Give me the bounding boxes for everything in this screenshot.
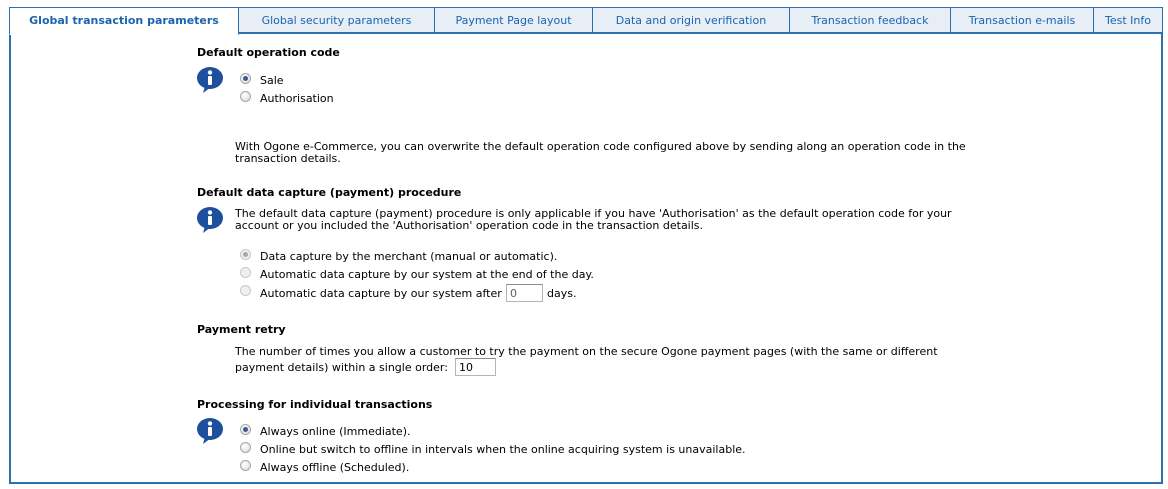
tab-test-info[interactable]: Test Info [1093, 7, 1163, 33]
info-icon [197, 67, 223, 93]
tab-global-security-parameters[interactable]: Global security parameters [238, 7, 435, 33]
radio-capture-after-days[interactable] [240, 285, 251, 296]
radio-always-offline[interactable] [240, 460, 251, 471]
tab-payment-page-layout[interactable]: Payment Page layout [434, 7, 593, 33]
section-heading-operation-code: Default operation code [197, 46, 340, 59]
capture-days-input[interactable] [506, 284, 543, 302]
tab-transaction-feedback[interactable]: Transaction feedback [789, 7, 951, 33]
tab-bar: Global transaction parameters Global sec… [9, 7, 1163, 35]
tab-transaction-emails[interactable]: Transaction e-mails [950, 7, 1094, 33]
radio-capture-merchant-label: Data capture by the merchant (manual or … [260, 250, 558, 263]
radio-capture-end-of-day[interactable] [240, 267, 251, 278]
section-heading-processing: Processing for individual transactions [197, 398, 433, 411]
payment-retry-input[interactable] [455, 358, 496, 376]
payment-retry-text-line1: The number of times you allow a customer… [235, 345, 938, 358]
data-capture-info-line2: account or you included the 'Authorisati… [235, 219, 704, 232]
radio-online-switch-offline-label: Online but switch to offline in interval… [260, 443, 746, 456]
radio-capture-after-days-label: Automatic data capture by our system aft… [260, 287, 502, 300]
payment-retry-text-line2: payment details) within a single order: [235, 361, 448, 374]
tab-data-origin-verification[interactable]: Data and origin verification [592, 7, 790, 33]
radio-capture-end-of-day-label: Automatic data capture by our system at … [260, 268, 594, 281]
radio-sale[interactable] [240, 73, 251, 84]
section-heading-data-capture: Default data capture (payment) procedure [197, 186, 462, 199]
radio-capture-merchant[interactable] [240, 249, 251, 260]
operation-code-note-line2: transaction details. [235, 152, 341, 165]
operation-code-note-line1: With Ogone e-Commerce, you can overwrite… [235, 140, 966, 153]
radio-always-offline-label: Always offline (Scheduled). [260, 461, 410, 474]
capture-days-suffix: days. [547, 287, 577, 300]
radio-always-online-label: Always online (Immediate). [260, 425, 411, 438]
radio-always-online[interactable] [240, 424, 251, 435]
radio-online-switch-offline[interactable] [240, 442, 251, 453]
section-heading-payment-retry: Payment retry [197, 323, 286, 336]
info-icon [197, 207, 223, 233]
radio-sale-label: Sale [260, 74, 284, 87]
info-icon [197, 418, 223, 444]
tab-global-transaction-parameters[interactable]: Global transaction parameters [9, 7, 239, 35]
radio-authorisation[interactable] [240, 91, 251, 102]
settings-panel [9, 33, 1163, 484]
radio-authorisation-label: Authorisation [260, 92, 334, 105]
